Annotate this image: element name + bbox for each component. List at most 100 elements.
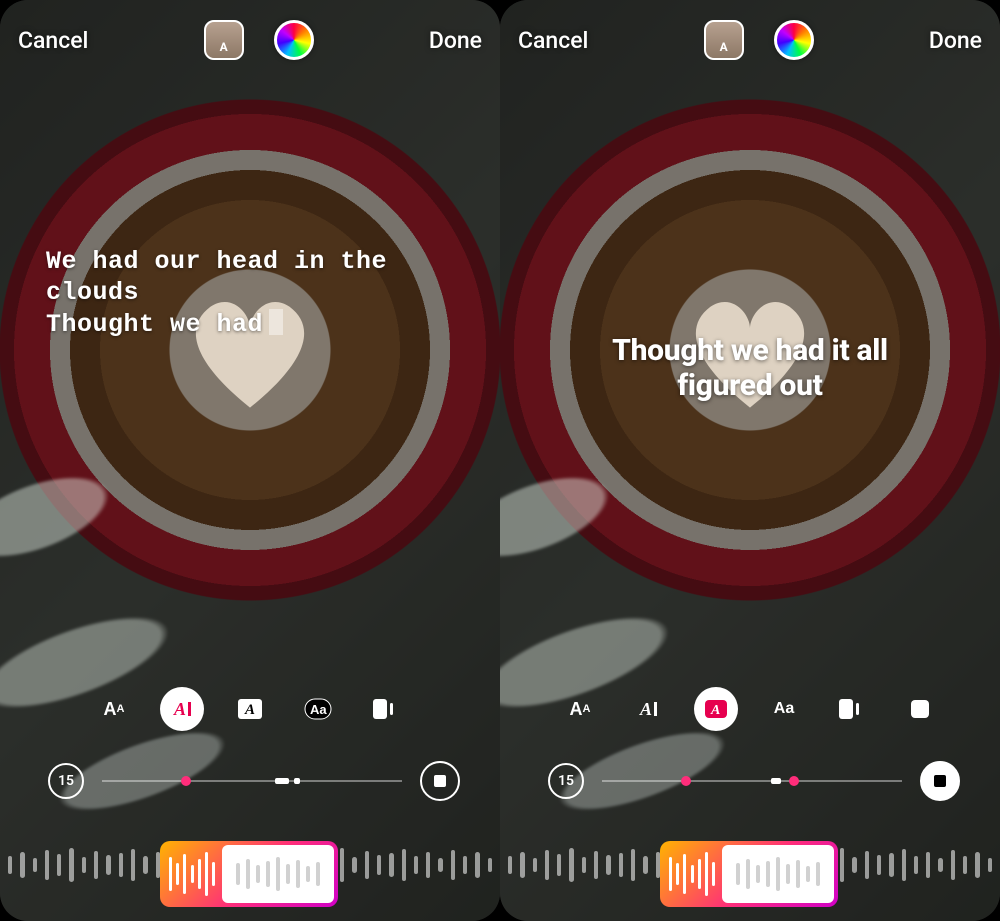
wave-bar bbox=[926, 852, 930, 878]
wave-bar bbox=[451, 850, 455, 880]
track-marker-icon bbox=[681, 776, 691, 786]
style-typewriter-button[interactable]: A bbox=[626, 687, 670, 731]
text-color-chip[interactable]: A bbox=[204, 20, 244, 60]
wave-bar bbox=[643, 856, 647, 874]
wave-bar bbox=[352, 857, 356, 873]
wave-bar bbox=[938, 858, 942, 872]
svg-text:A: A bbox=[710, 703, 720, 718]
wave-bar bbox=[402, 849, 406, 881]
wave-bar bbox=[889, 853, 893, 877]
style-square-filled-button[interactable] bbox=[830, 687, 874, 731]
lyric-overlay[interactable]: We had our head in the clouds Thought we… bbox=[46, 246, 454, 340]
wave-bar bbox=[377, 855, 381, 875]
wave-bar bbox=[902, 849, 906, 881]
style-dynamic-button[interactable]: AA bbox=[558, 687, 602, 731]
clip-duration-button[interactable]: 15 bbox=[548, 763, 584, 799]
wave-bar bbox=[545, 850, 549, 880]
wave-bar bbox=[951, 850, 955, 880]
wave-bar bbox=[82, 857, 86, 873]
wave-bar bbox=[631, 849, 635, 881]
done-button[interactable]: Done bbox=[925, 17, 986, 64]
play-pause-button[interactable] bbox=[920, 761, 960, 801]
lyric-line: We had our head in the bbox=[46, 247, 387, 276]
wave-bar bbox=[852, 857, 856, 873]
track-marker-icon bbox=[181, 776, 191, 786]
style-serifbox-button[interactable]: A bbox=[228, 687, 272, 731]
wave-bar bbox=[414, 856, 418, 874]
wave-bar bbox=[840, 848, 844, 882]
timeline-track[interactable] bbox=[602, 779, 902, 783]
color-wheel-icon[interactable] bbox=[274, 20, 314, 60]
stop-icon bbox=[434, 775, 446, 787]
lyric-line: Thought we had bbox=[46, 310, 263, 339]
clip-duration-button[interactable]: 15 bbox=[48, 763, 84, 799]
lyric-line: clouds bbox=[46, 278, 139, 307]
wave-bar bbox=[45, 850, 49, 880]
track-marker-icon bbox=[275, 778, 289, 784]
audio-clip-selection[interactable] bbox=[660, 841, 838, 907]
style-classic-button[interactable]: Aa bbox=[762, 687, 806, 731]
wave-bar bbox=[508, 856, 512, 874]
wave-bar bbox=[963, 856, 967, 874]
style-classic-button[interactable]: Aa bbox=[296, 687, 340, 731]
wave-bar bbox=[106, 855, 110, 875]
track-marker-icon bbox=[789, 776, 799, 786]
wave-bar bbox=[988, 858, 992, 872]
wave-bar bbox=[8, 856, 12, 874]
wave-bar bbox=[877, 855, 881, 875]
lyric-overlay[interactable]: Thought we had it all figured out bbox=[530, 334, 970, 403]
cancel-button[interactable]: Cancel bbox=[514, 17, 592, 64]
wave-bar bbox=[131, 849, 135, 881]
wave-bar bbox=[143, 856, 147, 874]
cancel-button[interactable]: Cancel bbox=[14, 17, 92, 64]
clip-wave-icon bbox=[164, 845, 220, 903]
style-typewriter-button[interactable]: A bbox=[160, 687, 204, 731]
lyric-style-picker: AA A A Aa bbox=[0, 687, 500, 731]
track-marker-icon bbox=[771, 778, 781, 784]
wave-bar bbox=[582, 857, 586, 873]
top-bar: Cancel A Done bbox=[0, 0, 500, 80]
wave-bar bbox=[426, 852, 430, 878]
svg-text:Aa: Aa bbox=[310, 702, 327, 717]
color-wheel-icon[interactable] bbox=[774, 20, 814, 60]
svg-text:A: A bbox=[639, 699, 652, 719]
done-button[interactable]: Done bbox=[425, 17, 486, 64]
wave-bar bbox=[488, 858, 492, 872]
wave-bar bbox=[520, 852, 524, 878]
wave-bar bbox=[340, 848, 344, 882]
wave-bar bbox=[594, 851, 598, 879]
wave-bar bbox=[619, 853, 623, 877]
timeline-track[interactable] bbox=[102, 779, 402, 783]
text-color-chip[interactable]: A bbox=[704, 20, 744, 60]
duration-row: 15 bbox=[0, 761, 500, 801]
wave-bar bbox=[94, 851, 98, 879]
text-cursor-icon bbox=[269, 309, 283, 335]
wave-bar bbox=[69, 848, 73, 882]
wave-bar bbox=[914, 856, 918, 874]
style-serifbox-button[interactable]: A bbox=[694, 687, 738, 731]
wave-bar bbox=[438, 858, 442, 872]
play-pause-button[interactable] bbox=[420, 761, 460, 801]
wave-bar bbox=[57, 854, 61, 876]
style-dynamic-button[interactable]: AA bbox=[92, 687, 136, 731]
duration-row: 15 bbox=[500, 761, 1000, 801]
style-square-button[interactable] bbox=[364, 687, 408, 731]
story-music-editor-screen: Cancel A Done We had our head in the clo… bbox=[0, 0, 500, 921]
wave-bar bbox=[606, 855, 610, 875]
wave-bar bbox=[33, 858, 37, 872]
audio-clip-selection[interactable] bbox=[160, 841, 338, 907]
wave-bar bbox=[865, 851, 869, 879]
wave-bar bbox=[365, 851, 369, 879]
clip-block bbox=[722, 845, 834, 903]
wave-bar bbox=[20, 852, 24, 878]
wave-bar bbox=[569, 848, 573, 882]
lyric-style-picker: AA A A Aa bbox=[500, 687, 1000, 731]
wave-bar bbox=[475, 852, 479, 878]
clip-wave-icon bbox=[664, 845, 720, 903]
lyric-line: figured out bbox=[677, 368, 822, 403]
wave-bar bbox=[463, 856, 467, 874]
svg-text:A: A bbox=[244, 702, 255, 718]
wave-bar bbox=[975, 852, 979, 878]
top-bar: Cancel A Done bbox=[500, 0, 1000, 80]
style-square-outline-button[interactable] bbox=[898, 687, 942, 731]
